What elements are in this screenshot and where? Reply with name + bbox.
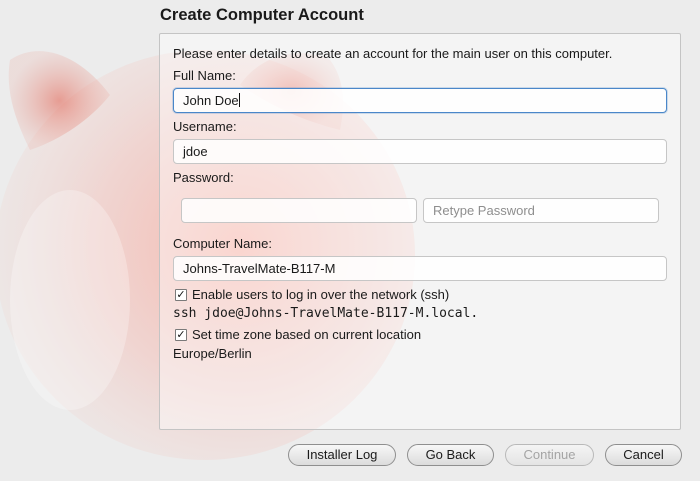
timezone-value: Europe/Berlin [173,346,252,361]
username-value: jdoe [183,144,208,159]
intro-text: Please enter details to create an accoun… [173,46,613,61]
password-label: Password: [173,170,234,185]
timezone-checkbox[interactable]: ✓ [175,329,187,341]
password-input[interactable] [181,198,417,223]
full-name-value: John Doe [183,93,239,108]
username-input[interactable]: jdoe [173,139,667,164]
ssh-command-text: ssh jdoe@Johns-TravelMate-B117-M.local. [173,306,479,321]
text-caret [238,93,240,107]
full-name-label: Full Name: [173,68,236,83]
page-title: Create Computer Account [160,6,364,24]
retype-password-placeholder: Retype Password [433,203,535,218]
cancel-button[interactable]: Cancel [605,444,682,466]
computer-name-value: Johns-TravelMate-B117-M [183,261,336,276]
installer-log-button[interactable]: Installer Log [288,444,396,466]
computer-name-label: Computer Name: [173,236,272,251]
continue-button[interactable]: Continue [505,444,594,466]
go-back-button[interactable]: Go Back [407,444,494,466]
username-label: Username: [173,119,237,134]
computer-name-input[interactable]: Johns-TravelMate-B117-M [173,256,667,281]
full-name-input[interactable]: John Doe [173,88,667,113]
timezone-checkbox-label[interactable]: Set time zone based on current location [192,327,421,342]
retype-password-input[interactable]: Retype Password [423,198,659,223]
ssh-checkbox[interactable]: ✓ [175,289,187,301]
ssh-checkbox-label[interactable]: Enable users to log in over the network … [192,287,449,302]
